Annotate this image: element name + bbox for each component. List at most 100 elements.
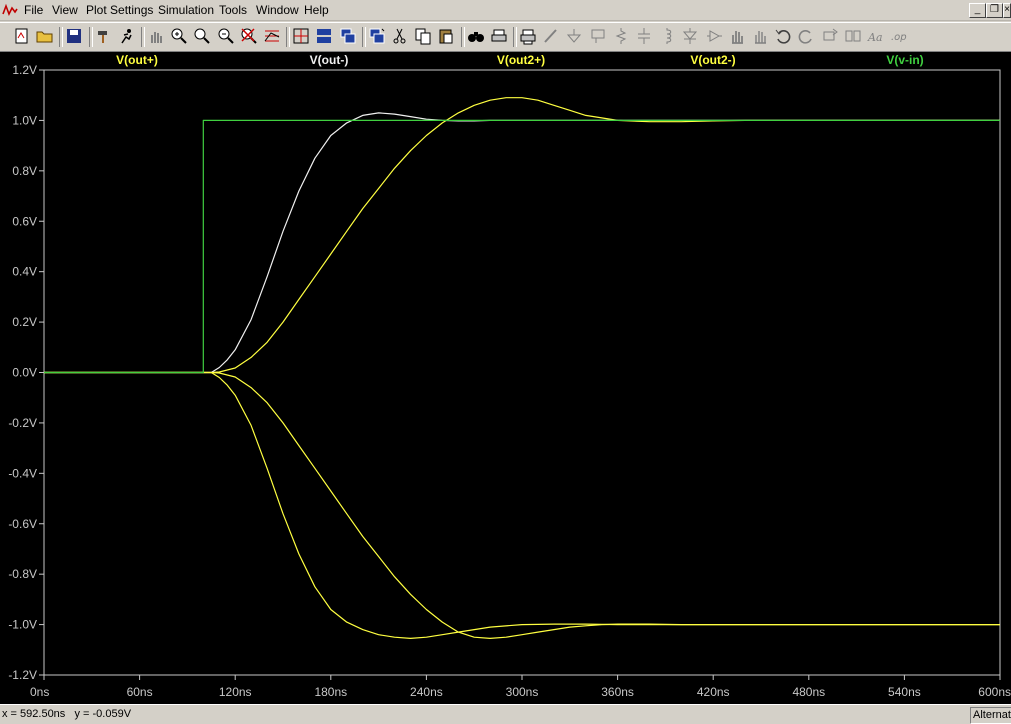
menu-help[interactable]: Help xyxy=(304,3,329,17)
waveform-plot[interactable]: 1.2V 1.0V 0.8V 0.6V 0.4V 0.2V 0.0V -0.2V -0.4V -0… xyxy=(0,52,1011,704)
hammer-icon xyxy=(97,31,107,43)
mode-indicator: Alternate xyxy=(970,707,1011,724)
undo-button[interactable] xyxy=(773,26,793,46)
spice-directive-button[interactable]: .op xyxy=(889,26,909,46)
hammer-button[interactable] xyxy=(94,26,114,46)
wire-button[interactable] xyxy=(541,26,561,46)
y-tick-label: 0.0V xyxy=(12,366,37,380)
y-tick-label: 0.2V xyxy=(12,315,37,329)
resistor-button[interactable] xyxy=(611,26,631,46)
toolbar-separator xyxy=(59,27,64,47)
menu-view[interactable]: View xyxy=(52,3,78,17)
pan-button[interactable] xyxy=(146,26,166,46)
drag-button[interactable] xyxy=(750,26,770,46)
zoom-extents-icon xyxy=(194,28,211,44)
toolbar: Aa .op xyxy=(0,22,1011,52)
y-tick-label: 1.0V xyxy=(12,113,37,127)
series-line xyxy=(44,112,1000,374)
label-button[interactable] xyxy=(588,26,608,46)
save-icon xyxy=(67,29,82,43)
measure-icon xyxy=(293,28,309,44)
diode-button[interactable] xyxy=(680,26,700,46)
tile-vertical-button[interactable] xyxy=(367,26,387,46)
label-icon xyxy=(591,29,605,43)
close-button[interactable]: × xyxy=(1003,3,1011,18)
inductor-icon xyxy=(666,28,672,44)
legend-label: V(out2+) xyxy=(497,53,545,67)
y-tick-label: 1.2V xyxy=(12,63,37,77)
paste-button[interactable] xyxy=(436,26,456,46)
tile-horizontal-button[interactable] xyxy=(314,26,334,46)
new-schematic-button[interactable] xyxy=(12,26,32,46)
cancel-zoom-button[interactable] xyxy=(239,26,259,46)
open-icon xyxy=(36,31,53,43)
inductor-button[interactable] xyxy=(657,26,677,46)
capacitor-icon xyxy=(638,28,650,44)
text-button[interactable]: Aa xyxy=(866,26,886,46)
zoom-in-button[interactable] xyxy=(169,26,189,46)
print-icon xyxy=(520,29,536,45)
wire-icon xyxy=(544,29,557,43)
y-tick-label: 0.4V xyxy=(12,265,37,279)
undo-icon xyxy=(775,29,791,44)
mirror-button[interactable] xyxy=(843,26,863,46)
cancel-zoom-icon xyxy=(241,28,257,44)
toolbar-separator xyxy=(141,27,145,47)
text-icon: Aa xyxy=(867,31,883,44)
y-tick-label: -1.2V xyxy=(8,668,37,682)
save-button[interactable] xyxy=(64,26,84,46)
tile-vertical-icon xyxy=(369,28,385,44)
autorange-icon xyxy=(264,30,280,42)
print-button[interactable] xyxy=(518,26,538,46)
redo-button[interactable] xyxy=(796,26,816,46)
cut-button[interactable] xyxy=(390,26,410,46)
series-line xyxy=(44,97,1000,374)
y-tick-label: -0.2V xyxy=(8,416,37,430)
ground-button[interactable] xyxy=(564,26,584,46)
cascade-button[interactable] xyxy=(338,26,358,46)
y-tick-label: 0.6V xyxy=(12,214,37,228)
find-button[interactable] xyxy=(466,26,486,46)
autorange-button[interactable] xyxy=(262,26,282,46)
cut-icon xyxy=(393,28,406,44)
new-schematic-icon xyxy=(15,28,28,44)
zoom-in-icon xyxy=(171,28,187,44)
move-button[interactable] xyxy=(727,26,747,46)
x-tick-label: 180ns xyxy=(314,685,347,699)
tile-horizontal-icon xyxy=(317,29,332,43)
toolbar-separator xyxy=(513,27,517,47)
copy-button[interactable] xyxy=(413,26,433,46)
copy-icon xyxy=(415,28,431,45)
cascade-icon xyxy=(340,28,356,44)
ground-icon xyxy=(567,29,582,43)
rotate-button[interactable] xyxy=(820,26,840,46)
capacitor-button[interactable] xyxy=(634,26,654,46)
run-icon xyxy=(121,29,132,44)
minimize-button[interactable]: _ xyxy=(969,3,986,18)
y-tick-label: -0.4V xyxy=(8,466,37,480)
x-tick-label: 60ns xyxy=(127,685,153,699)
restore-button[interactable]: ❐ xyxy=(986,3,1003,18)
y-tick-label: 0.8V xyxy=(12,164,37,178)
menu-plot-settings[interactable]: Plot Settings xyxy=(86,3,153,17)
menu-file[interactable]: File xyxy=(24,3,43,17)
x-tick-label: 300ns xyxy=(506,685,539,699)
menu-window[interactable]: Window xyxy=(256,3,299,17)
run-button[interactable] xyxy=(117,26,137,46)
print-setup-button[interactable] xyxy=(489,26,509,46)
legend-label: V(out+) xyxy=(116,53,158,67)
legend-label: V(out-) xyxy=(310,53,349,67)
open-button[interactable] xyxy=(35,26,55,46)
zoom-out-button[interactable] xyxy=(216,26,236,46)
measure-button[interactable] xyxy=(291,26,311,46)
menu-tools[interactable]: Tools xyxy=(219,3,247,17)
x-tick-label: 120ns xyxy=(219,685,252,699)
y-tick-label: -0.8V xyxy=(8,567,37,581)
zoom-extents-button[interactable] xyxy=(192,26,212,46)
menu-simulation[interactable]: Simulation xyxy=(158,3,214,17)
svg-text:.op: .op xyxy=(891,32,907,43)
component-button[interactable] xyxy=(704,26,724,46)
series-line xyxy=(44,119,1000,374)
toolbar-separator xyxy=(286,27,291,47)
waveform-chart[interactable]: 1.2V 1.0V 0.8V 0.6V 0.4V 0.2V 0.0V -0.2V -0.4V -0… xyxy=(0,52,1011,704)
